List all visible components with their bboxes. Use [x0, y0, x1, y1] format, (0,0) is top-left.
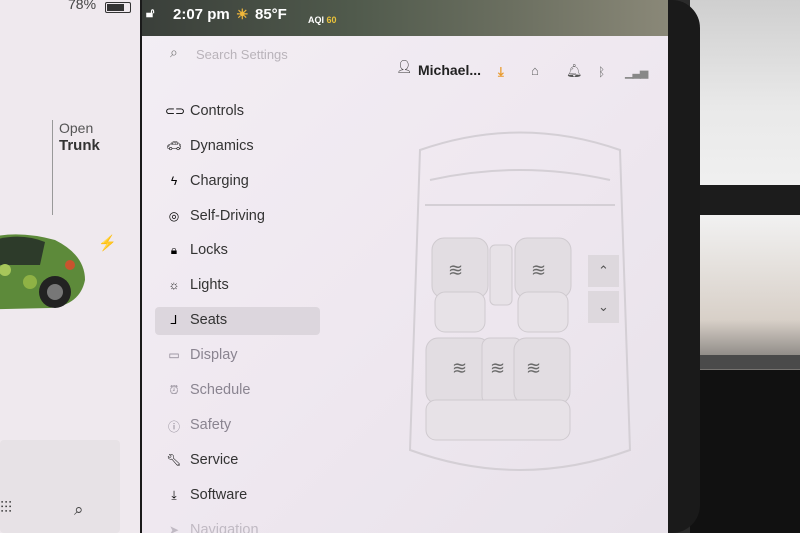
car-status-panel: 78% Open Trunk ⚡ ⫶⫶⫶ ⌕	[0, 0, 140, 533]
display-icon: ▭	[168, 348, 180, 362]
car-image	[0, 234, 85, 310]
clock-time: 2:07 pm	[173, 6, 230, 23]
menu-item-label: Lights	[190, 277, 229, 293]
menu-item-label: Locks	[190, 242, 228, 258]
outside-temperature: 85°F	[255, 6, 287, 23]
search-input[interactable]: Search Settings	[196, 47, 288, 62]
menu-item-safety[interactable]: ⓘ Safety	[155, 412, 320, 440]
menu-item-label: Seats	[190, 312, 228, 328]
chevron-up-icon: ⌃	[598, 263, 609, 278]
toggle-icon: ⊂⊃	[165, 104, 186, 118]
bottom-tray	[0, 440, 120, 533]
menu-item-label: Service	[190, 452, 239, 468]
download-icon[interactable]: ⤓	[498, 64, 504, 80]
search-field[interactable]: ⌕ Search Settings	[170, 44, 370, 68]
menu-item-locks[interactable]: 🔒︎ Locks	[155, 237, 320, 265]
menu-item-dynamics[interactable]: 🚗︎ Dynamics	[155, 133, 320, 161]
seat-heater-icon: ≋	[526, 358, 541, 378]
menu-item-label: Safety	[190, 417, 232, 433]
menu-item-label: Navigation	[190, 522, 259, 533]
menu-item-navigation[interactable]: ➤ Navigation	[155, 517, 320, 533]
seat-heater-icon: ≋	[452, 358, 467, 378]
steering-wheel-icon: ◎	[168, 209, 180, 223]
notification-bell-icon[interactable]: 🔔︎	[566, 63, 583, 79]
trunk-pointer-line	[52, 120, 53, 215]
aqi-indicator: AQI 60	[308, 15, 337, 25]
battery-percentage: 78%	[68, 0, 97, 12]
menu-item-label: Charging	[190, 173, 249, 189]
status-bar: 🔓︎ 2:07 pm ☀ 85°F AQI 60	[142, 0, 668, 36]
menu-item-charging[interactable]: ϟ Charging	[155, 168, 320, 196]
charging-bolt-icon: ⚡	[98, 235, 117, 252]
profile-icon[interactable]: 👤︎	[396, 59, 413, 75]
search-icon: ⌕	[170, 44, 178, 60]
menu-item-label: Display	[190, 347, 238, 363]
rear-left-seat[interactable]: ≋	[425, 337, 491, 405]
center-console	[489, 244, 513, 306]
bolt-icon: ϟ	[170, 174, 178, 188]
sun-icon: ☀	[236, 6, 249, 22]
download-icon: ⤓	[171, 488, 177, 502]
seat-heater-icon: ≋	[490, 358, 505, 378]
menu-item-controls[interactable]: ⊂⊃ Controls	[155, 98, 320, 126]
scroll-down-button[interactable]: ⌄	[588, 291, 619, 323]
profile-name[interactable]: Michael...	[418, 62, 481, 78]
menu-item-service[interactable]: 🔧︎ Service	[155, 447, 320, 475]
aqi-label: AQI	[308, 15, 325, 25]
chevron-down-icon: ⌄	[598, 299, 609, 314]
sliders-icon[interactable]: ⫶⫶⫶	[0, 500, 12, 518]
signal-icon[interactable]: ▁▃▅	[625, 66, 648, 79]
bluetooth-icon[interactable]: ᛒ	[598, 65, 605, 79]
menu-item-label: Dynamics	[190, 138, 254, 154]
wrench-icon: 🔧︎	[166, 453, 182, 467]
navigation-icon: ➤	[168, 523, 180, 533]
open-trunk-button[interactable]: Open Trunk	[59, 120, 100, 154]
scroll-up-button[interactable]: ⌃	[588, 255, 619, 287]
light-icon: ☼	[168, 278, 180, 292]
car-icon: 🚗︎	[166, 139, 182, 153]
info-icon: ⓘ	[167, 420, 180, 434]
menu-item-seats[interactable]: ⅃ Seats	[155, 307, 320, 335]
menu-item-software[interactable]: ⤓ Software	[155, 482, 320, 510]
menu-item-label: Self-Driving	[190, 208, 265, 224]
menu-item-lights[interactable]: ☼ Lights	[155, 272, 320, 300]
trunk-label-line2: Trunk	[59, 137, 100, 154]
menu-item-label: Software	[190, 487, 248, 503]
lock-icon[interactable]: 🔓︎	[146, 5, 154, 21]
garage-icon[interactable]: ⌂	[531, 63, 539, 78]
aqi-value: 60	[326, 15, 337, 25]
rear-right-seat[interactable]: ≋	[513, 337, 571, 405]
scene: 78% Open Trunk ⚡ ⫶⫶⫶ ⌕ 🔓︎ 2:07 pm ☀ 85°F…	[0, 0, 800, 533]
rear-bench-cushion	[425, 399, 571, 441]
seat-heater-icon: ≋	[531, 260, 546, 280]
menu-item-display[interactable]: ▭ Display	[155, 342, 320, 370]
menu-item-label: Schedule	[190, 382, 251, 398]
background-window	[690, 0, 800, 533]
front-left-seat[interactable]: ≋	[431, 237, 489, 333]
menu-item-self-driving[interactable]: ◎ Self-Driving	[155, 203, 320, 231]
seat-icon: ⅃	[170, 313, 178, 327]
front-right-seat[interactable]: ≋	[514, 237, 572, 333]
search-icon[interactable]: ⌕	[74, 500, 84, 520]
lock-icon: 🔒︎	[170, 243, 178, 257]
clock-icon: ⏰︎	[169, 383, 179, 397]
trunk-label-line1: Open	[59, 120, 94, 136]
menu-item-label: Controls	[190, 103, 244, 119]
battery-icon	[105, 2, 131, 13]
menu-item-schedule[interactable]: ⏰︎ Schedule	[155, 377, 320, 405]
seat-heater-icon: ≋	[448, 260, 463, 280]
